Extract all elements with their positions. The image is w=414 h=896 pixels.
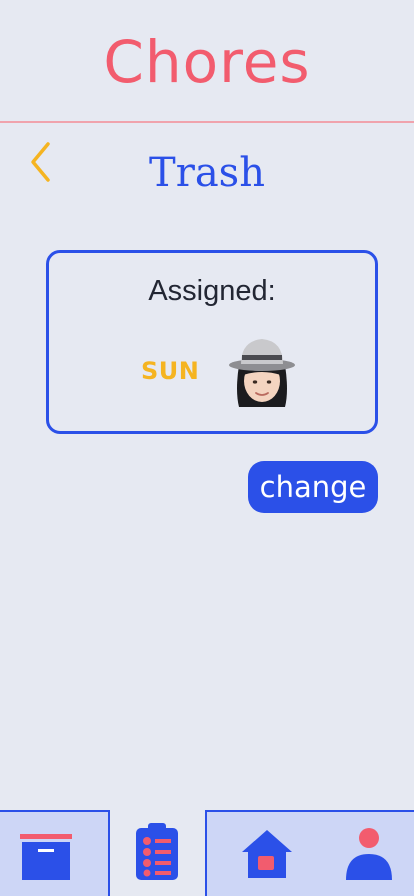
tab-bar [0, 810, 414, 896]
profile-icon[interactable] [344, 826, 394, 880]
archive-icon[interactable] [20, 832, 72, 882]
page-title: Trash [149, 150, 265, 196]
assigned-label: Assigned: [148, 275, 276, 307]
assigned-day: SUN [141, 357, 200, 385]
home-icon[interactable] [240, 828, 294, 880]
app-title: Chores [103, 28, 311, 96]
change-button[interactable]: change [248, 461, 378, 513]
assigned-card: Assigned: SUN [46, 250, 378, 434]
chore-list-icon[interactable] [134, 823, 180, 881]
assignee-avatar [229, 339, 295, 407]
title-divider [0, 121, 414, 123]
